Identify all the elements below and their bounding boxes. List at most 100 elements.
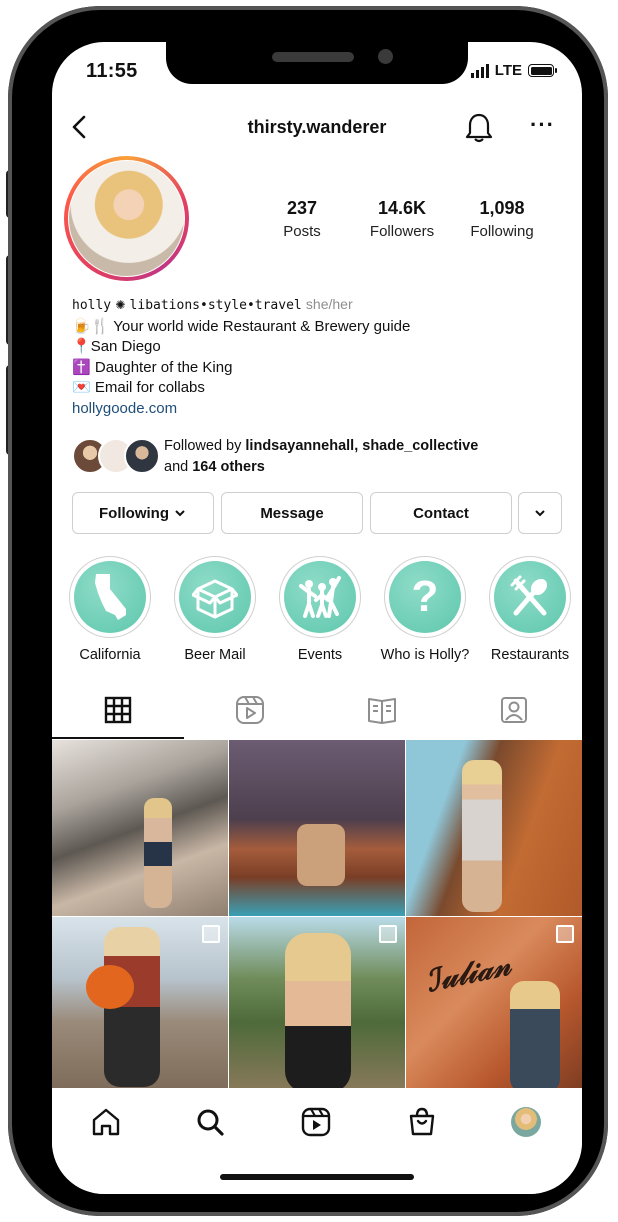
bio-line-text: San Diego (90, 338, 161, 355)
notch (166, 42, 468, 84)
bio-line: 📍San Diego (72, 337, 562, 358)
california-icon (95, 574, 126, 620)
profile-tabs (52, 682, 582, 739)
active-tab-indicator (52, 737, 184, 739)
flower-icon: ✺ (115, 298, 126, 312)
tab-reels[interactable] (184, 682, 316, 738)
bio-line-text: Email for collabs (94, 379, 205, 396)
nav-home[interactable] (86, 1102, 126, 1142)
stat-following[interactable]: 1,098 Following (452, 198, 552, 240)
bio-name-line: holly ✺ libations•style•travel she/her (72, 294, 562, 317)
search-icon (197, 1109, 224, 1136)
post-thumbnail[interactable] (406, 740, 582, 916)
followed-by-prefix: Followed by (164, 438, 246, 454)
home-indicator (220, 1174, 414, 1180)
bio-name: holly (72, 298, 112, 313)
followed-by-names: lindsayannehall, shade_collective (245, 438, 479, 454)
chevron-down-icon (535, 510, 545, 517)
post-thumbnail[interactable] (52, 917, 228, 1093)
following-button[interactable]: Following (72, 492, 214, 534)
highlight-restaurants[interactable]: Restaurants (482, 556, 578, 663)
highlight-label: Who is Holly? (380, 647, 470, 663)
suggested-accounts-button[interactable] (518, 492, 562, 534)
message-button[interactable]: Message (221, 492, 363, 534)
stat-label: Followers (369, 223, 435, 240)
bio-pronouns: she/her (305, 296, 353, 312)
post-thumbnail[interactable] (52, 740, 228, 916)
post-thumbnail[interactable]: ℐ𝓊𝓁𝒾𝒶𝓃 (406, 917, 582, 1093)
profile-actions: Following Message Contact (72, 492, 562, 536)
fork-spoon-icon (510, 575, 548, 616)
tagged-icon (501, 697, 527, 723)
stat-value: 14.6K (377, 198, 427, 218)
bio-line-text: Daughter of the King (94, 358, 233, 376)
battery-icon (528, 64, 557, 77)
bio-line: ✝️ Daughter of the King (72, 358, 562, 379)
bio-line-text: Your world wide Restaurant & Brewery gui… (113, 317, 411, 335)
profile-header: thirsty.wanderer ··· (52, 104, 582, 150)
multi-post-icon (556, 925, 574, 943)
tab-tagged[interactable] (448, 682, 580, 738)
stat-value: 1,098 (479, 198, 525, 218)
nav-search[interactable] (190, 1102, 230, 1142)
home-icon (92, 1108, 120, 1136)
reels-icon (236, 696, 264, 724)
post-grid: ℐ𝓊𝓁𝒾𝒶𝓃 (52, 740, 582, 1093)
profile-avatar (511, 1107, 541, 1137)
profile-stats: 237 Posts 14.6K Followers 1,098 Followin… (252, 198, 552, 240)
cross-icon: ✝️ (72, 358, 91, 376)
nav-shop[interactable] (402, 1102, 442, 1142)
highlight-california[interactable]: California (62, 556, 158, 663)
tab-guides[interactable] (316, 682, 448, 738)
post-thumbnail[interactable] (229, 917, 405, 1093)
multi-post-icon (379, 925, 397, 943)
story-highlights: California Beer Mail Events ? Who is Hol… (52, 556, 582, 666)
front-camera (378, 49, 393, 64)
bio-tagline: libations•style•travel (129, 298, 302, 313)
pin-icon: 📍 (72, 338, 91, 355)
highlight-label: Beer Mail (184, 647, 246, 663)
stat-value: 237 (286, 198, 318, 218)
bio-website-link[interactable]: hollygoode.com (72, 399, 562, 420)
stat-label: Following (470, 223, 534, 240)
following-label: Following (99, 504, 169, 522)
status-icons: LTE (470, 62, 557, 79)
post-thumbnail[interactable] (229, 740, 405, 916)
follower-avatar (124, 438, 160, 474)
signal-icon (470, 63, 489, 78)
followed-by-others: 164 others (192, 459, 265, 475)
bio-line: 🍺🍴 Your world wide Restaurant & Brewery … (72, 317, 562, 338)
reels-icon (301, 1107, 331, 1137)
nav-reels[interactable] (296, 1102, 336, 1142)
highlight-label: Restaurants (490, 647, 570, 663)
stat-followers[interactable]: 14.6K Followers (352, 198, 452, 240)
nav-profile[interactable] (506, 1102, 546, 1142)
highlight-label: California (79, 647, 141, 663)
tab-grid[interactable] (52, 682, 184, 739)
highlight-beer-mail[interactable]: Beer Mail (167, 556, 263, 663)
chevron-down-icon (175, 510, 185, 517)
followed-by-text: Followed by lindsayannehall, shade_colle… (164, 436, 478, 478)
box-icon (192, 579, 238, 619)
notification-bell-icon[interactable] (464, 112, 494, 144)
more-options-icon[interactable]: ··· (530, 112, 555, 138)
highlight-events[interactable]: Events (272, 556, 368, 663)
followed-by[interactable]: Followed by lindsayannehall, shade_colle… (72, 434, 562, 478)
shop-icon (409, 1107, 435, 1136)
grid-icon (104, 696, 132, 724)
beer-fork-icon: 🍺🍴 (72, 317, 110, 335)
multi-post-icon (202, 925, 220, 943)
highlight-label: Events (297, 647, 343, 663)
guide-icon (368, 698, 396, 724)
stat-posts[interactable]: 237 Posts (252, 198, 352, 240)
stat-label: Posts (283, 223, 321, 240)
speaker-grille (272, 52, 354, 62)
question-mark-icon: ? (411, 572, 439, 621)
profile-avatar-story-ring[interactable] (64, 156, 189, 281)
network-label: LTE (494, 62, 522, 79)
contact-button[interactable]: Contact (370, 492, 512, 534)
profile-username: thirsty.wanderer (247, 117, 387, 137)
highlight-who-is-holly[interactable]: ? Who is Holly? (377, 556, 473, 663)
followed-by-and: and (164, 459, 193, 475)
screen: 11:55 LTE thirsty.wanderer ··· 237 Posts… (52, 42, 582, 1194)
